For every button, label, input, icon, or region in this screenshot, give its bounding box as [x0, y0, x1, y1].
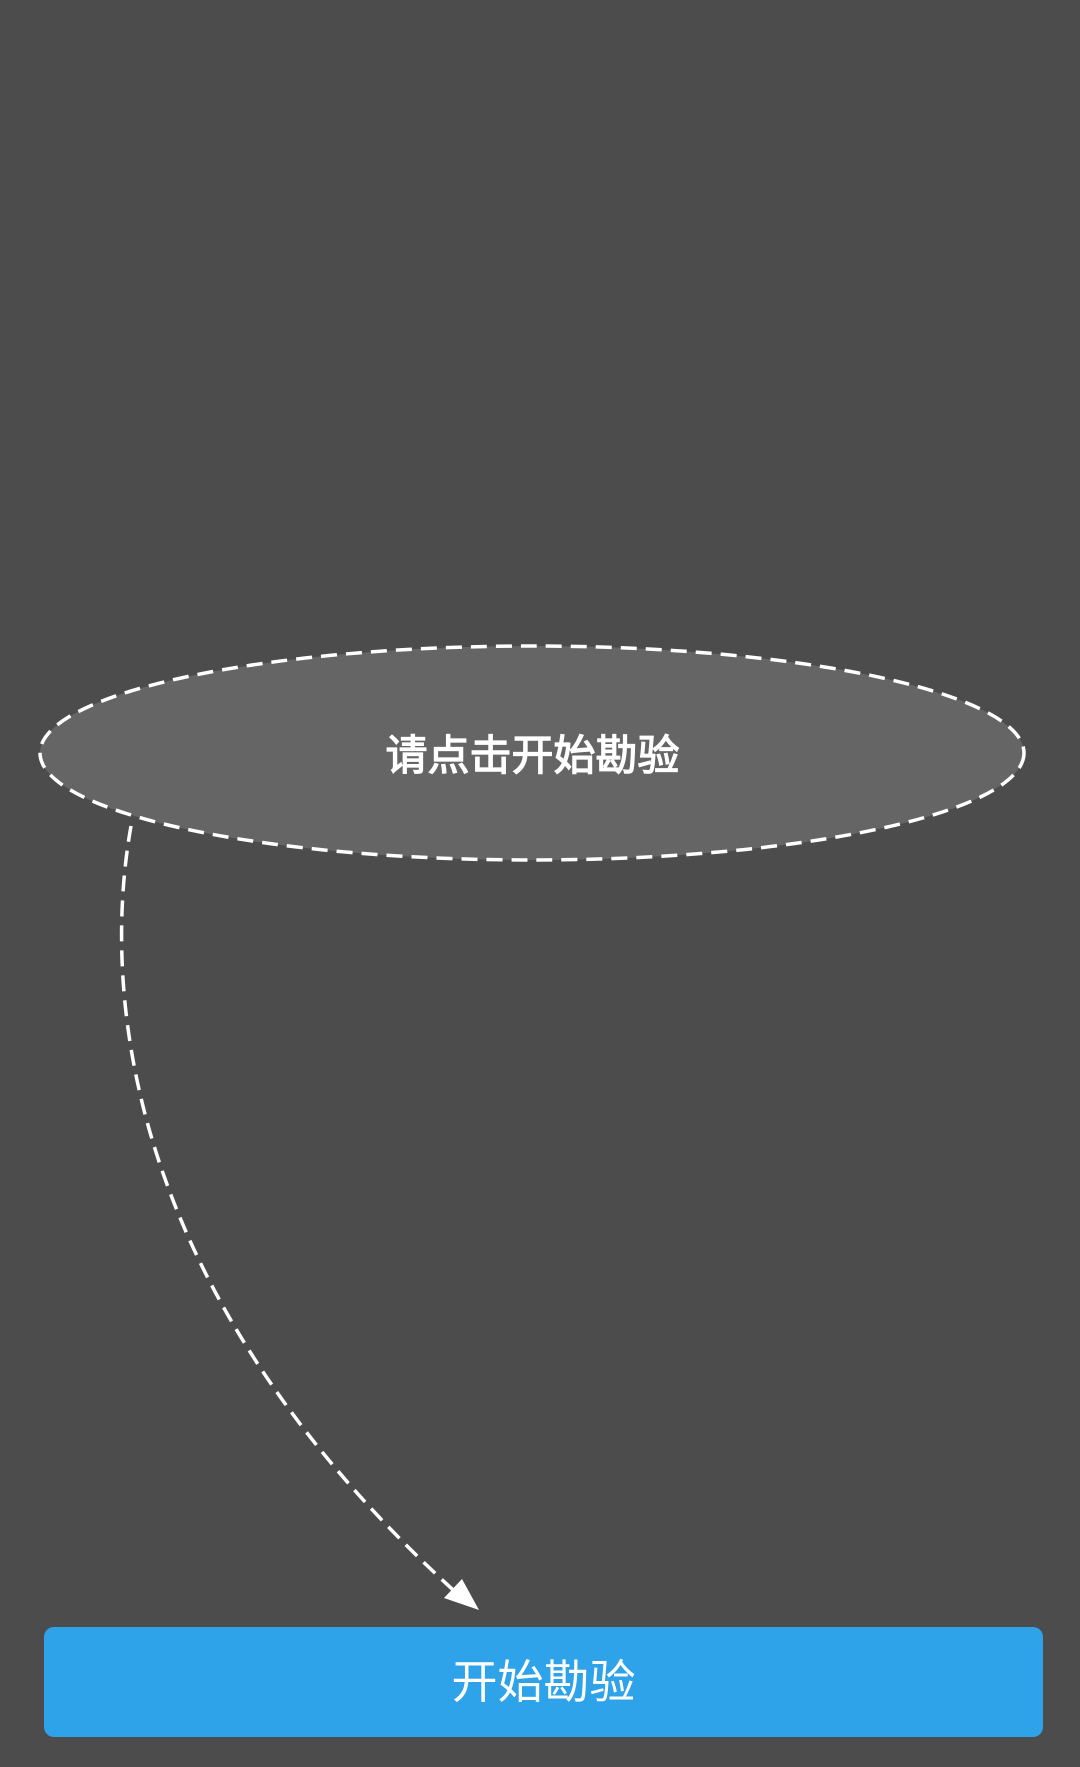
hint-text: 请点击开始勘验: [385, 731, 680, 780]
start-inspection-button[interactable]: 开始勘验: [44, 1627, 1043, 1737]
guide-arrow-path: [119, 825, 464, 1600]
guide-overlay: [38, 644, 1026, 1610]
arrow-head-icon: [444, 1579, 479, 1610]
